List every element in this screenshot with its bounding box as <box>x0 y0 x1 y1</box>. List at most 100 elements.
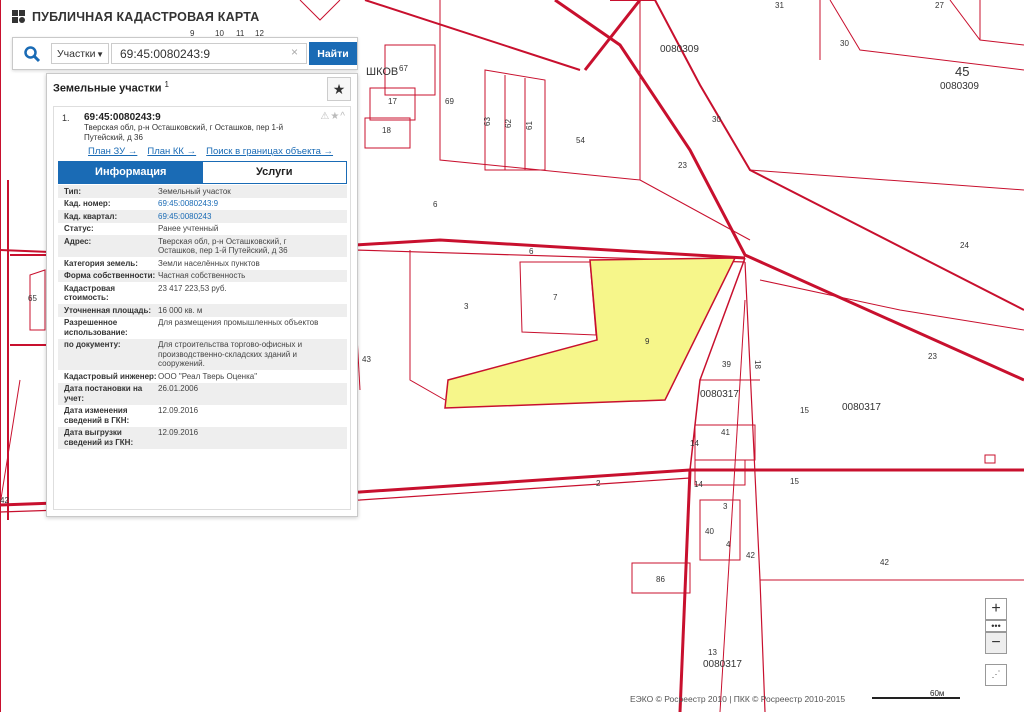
search-bar: Участки ▼ × Найти <box>12 37 358 70</box>
row-value: Для размещения промышленных объектов <box>158 318 319 327</box>
app-header: ПУБЛИЧНАЯ КАДАСТРОВАЯ КАРТА <box>12 10 259 24</box>
map-label: 18 <box>382 126 391 135</box>
copyright-text: ЕЭКО © Росреестр 2010 | ПКК © Росреестр … <box>630 694 846 704</box>
clear-icon[interactable]: × <box>291 45 298 59</box>
results-panel: Земельные участки 1 ★ 1. 69:45:0080243:9… <box>46 73 358 517</box>
table-row: Кад. квартал: 69:45:0080243 <box>58 210 347 223</box>
map-label: 14 <box>694 480 703 489</box>
search-panel: Участки ▼ × Найти Земельные участки 1 ★ … <box>12 37 358 517</box>
results-heading: Земельные участки 1 <box>53 80 169 95</box>
map-label: 31 <box>775 1 784 10</box>
map-label: 3 <box>464 302 469 311</box>
row-key: Дата изменения сведений в ГКН: <box>64 406 130 425</box>
map-label: 15 <box>790 477 799 486</box>
map-label: 2 <box>596 479 601 488</box>
plan-zu-link[interactable]: План ЗУ → <box>88 146 137 157</box>
fullscreen-button[interactable]: ⋰ <box>985 664 1007 686</box>
search-icon[interactable] <box>23 45 41 63</box>
row-value: Тверская обл, р-н Осташковский, г Осташк… <box>158 236 288 256</box>
map-label: 0080317 <box>700 389 739 400</box>
map-label: 7 <box>553 293 558 302</box>
map-label: 0080309 <box>660 44 699 55</box>
row-key: Дата постановки на учет: <box>64 384 143 403</box>
result-card: 1. 69:45:0080243:9 ⚠★^ Тверская обл, р-н… <box>53 106 351 510</box>
row-key: Разрешенное использование: <box>64 318 128 337</box>
map-label: 3 <box>723 502 728 511</box>
row-value: 23 417 223,53 руб. <box>158 283 227 293</box>
table-row: Дата постановки на учет: 26.01.2006 <box>58 382 347 405</box>
map-label: 62 <box>504 119 513 128</box>
map-label: 27 <box>935 1 944 10</box>
map-label: 54 <box>576 136 585 145</box>
result-cad-number[interactable]: 69:45:0080243:9 <box>84 112 161 123</box>
row-value: ООО "Реал Тверь Оценка" <box>158 371 258 381</box>
info-table: Тип: Земельный участок Кад. номер: 69:45:0… <box>58 185 347 449</box>
search-in-bounds-link[interactable]: Поиск в границах объекта → <box>206 146 333 157</box>
row-key: Кадастровая стоимость: <box>64 283 116 303</box>
map-label: 14 <box>690 439 699 448</box>
row-value-link[interactable]: 69:45:0080243:9 <box>158 199 347 209</box>
row-value: 12.09.2016 <box>158 428 199 437</box>
result-actions-icon[interactable]: ⚠★^ <box>320 111 346 122</box>
logo-icon <box>12 10 25 23</box>
map-label: 42 <box>746 551 755 560</box>
app-title: ПУБЛИЧНАЯ КАДАСТРОВАЯ КАРТА <box>32 10 260 24</box>
map-label: 42 <box>0 496 9 505</box>
table-row: Форма собственности: Частная собственност… <box>58 269 347 282</box>
zoom-out-button[interactable]: − <box>985 632 1007 654</box>
map-label: 86 <box>656 575 665 584</box>
search-type-select[interactable]: Участки ▼ <box>51 43 109 64</box>
map-label: 61 <box>525 121 534 130</box>
row-value: Земельный участок <box>158 186 231 196</box>
row-key: Категория земель: <box>64 258 138 268</box>
row-value-link[interactable]: 69:45:0080243 <box>158 212 347 222</box>
result-number: 1. <box>62 113 70 123</box>
row-key: Уточненная площадь: <box>64 305 152 315</box>
search-input[interactable] <box>111 43 307 64</box>
find-button[interactable]: Найти <box>309 42 357 65</box>
map-label: 69 <box>445 97 454 106</box>
table-row: Кадастровая стоимость: 23 417 223,53 руб. <box>58 282 347 304</box>
plan-kk-link[interactable]: План КК → <box>147 146 196 157</box>
row-key: Форма собственности: <box>64 271 156 280</box>
zoom-in-button[interactable]: + <box>985 598 1007 620</box>
map-label: 43 <box>362 355 371 364</box>
zoom-slider[interactable]: ••• <box>985 620 1007 632</box>
tab-services[interactable]: Услуги <box>202 162 346 183</box>
map-label: 30 <box>840 39 849 48</box>
map-label: 23 <box>928 352 937 361</box>
info-tabs: Информация Услуги <box>58 161 347 184</box>
map-label: 18 <box>753 360 762 369</box>
result-links: План ЗУ → План КК → Поиск в границах объ… <box>88 146 333 157</box>
map-label: 41 <box>721 428 730 437</box>
map-label: 6 <box>433 200 438 209</box>
map-label: 24 <box>960 241 969 250</box>
row-key: Кад. квартал: <box>64 211 118 221</box>
map-label: 9 <box>645 337 650 346</box>
chevron-down-icon: ▼ <box>96 50 104 59</box>
table-row: Уточненная площадь: 16 000 кв. м <box>58 304 347 317</box>
map-label: 13 <box>708 648 717 657</box>
table-row: Дата изменения сведений в ГКН: 12.09.2016 <box>58 405 347 427</box>
map-label: 42 <box>880 558 889 567</box>
row-value: Земли населённых пунктов <box>158 258 260 268</box>
map-label: 23 <box>678 161 687 170</box>
table-row: Категория земель: Земли населённых пункто… <box>58 257 347 270</box>
row-value: 12.09.2016 <box>158 406 199 415</box>
map-label: 0080317 <box>703 659 742 670</box>
map-label: 4 <box>726 540 731 549</box>
scale-line <box>872 697 960 699</box>
row-key: Кадастровый инженер: <box>64 371 157 381</box>
favorite-star-icon[interactable]: ★ <box>327 77 351 101</box>
table-row: по документу: Для строительства торгово-о… <box>58 338 347 370</box>
table-row: Кадастровый инженер: ООО "Реал Тверь Оцен… <box>58 370 347 383</box>
table-row: Кад. номер: 69:45:0080243:9 <box>58 198 347 211</box>
row-key: Статус: <box>64 224 94 233</box>
row-key: Дата выгрузки сведений из ГКН: <box>64 428 134 447</box>
tab-info[interactable]: Информация <box>59 162 203 183</box>
row-key: по документу: <box>64 340 121 349</box>
map-label: 63 <box>483 117 492 126</box>
table-row: Статус: Ранее учтенный <box>58 223 347 236</box>
row-value: Частная собственность <box>158 271 246 280</box>
search-type-label: Участки <box>57 48 96 60</box>
